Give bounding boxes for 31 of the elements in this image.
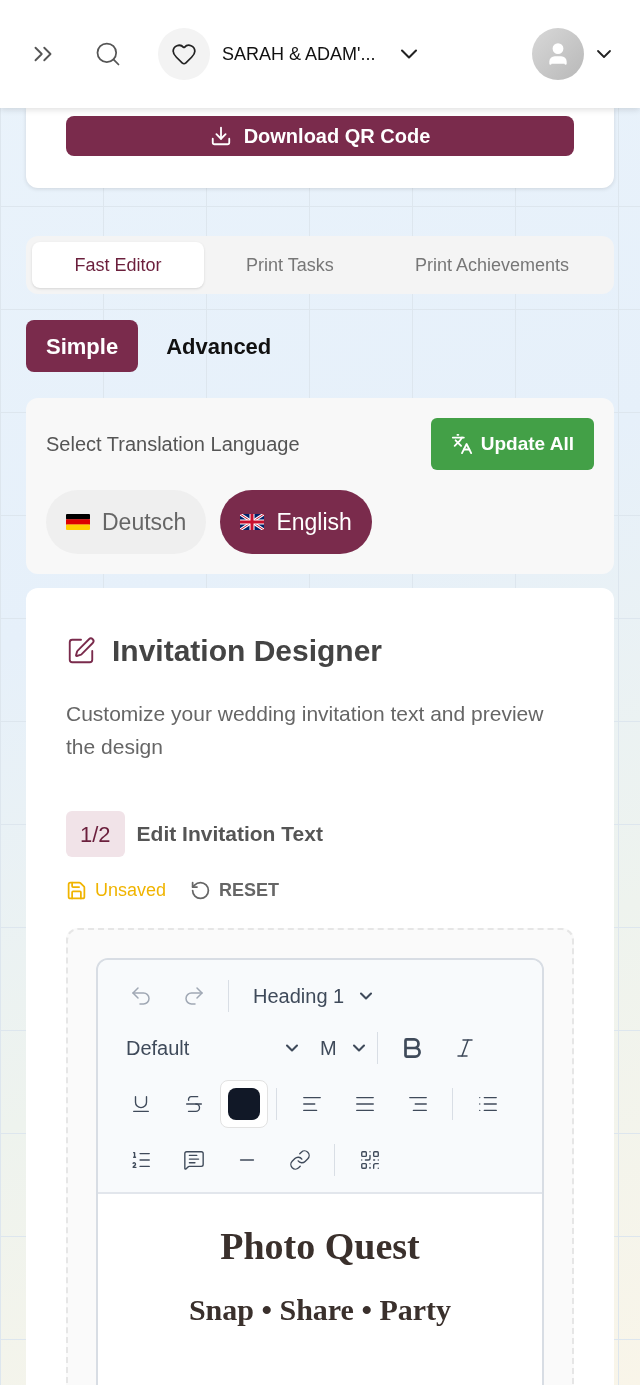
block-style-dropdown[interactable]: Heading 1 bbox=[253, 981, 377, 1011]
designer-title: Invitation Designer bbox=[112, 633, 383, 669]
edit-icon bbox=[66, 635, 96, 666]
mode-toggle[interactable]: Simple bbox=[26, 320, 139, 372]
translate-icon bbox=[450, 433, 473, 455]
language-chip[interactable]: English bbox=[220, 490, 372, 554]
text-color-picker[interactable] bbox=[220, 1080, 268, 1128]
reset-button[interactable]: RESET bbox=[190, 877, 280, 904]
germany-flag-icon bbox=[66, 514, 90, 530]
tab[interactable]: Print Achievements bbox=[375, 242, 608, 288]
font-dropdown[interactable]: Default bbox=[114, 1033, 302, 1063]
tab[interactable]: Fast Editor bbox=[32, 242, 204, 288]
mode-toggle[interactable]: Advanced bbox=[146, 320, 292, 372]
event-selector[interactable]: SARAH & ADAM'... bbox=[158, 28, 424, 80]
uk-flag-icon bbox=[240, 514, 265, 530]
translation-title: Select Translation Language bbox=[46, 432, 300, 457]
preview-subtitle: Snap • Share • Party bbox=[188, 1292, 452, 1328]
language-chip[interactable]: Deutsch bbox=[46, 490, 207, 554]
download-qr-button[interactable]: Download QR Code bbox=[66, 116, 574, 156]
save-icon bbox=[66, 880, 87, 901]
preview-title: Photo Quest bbox=[220, 1224, 420, 1269]
designer-description: Customize your wedding invitation text and preview the design bbox=[66, 701, 545, 760]
step-title: Edit Invitation Text bbox=[136, 821, 323, 848]
avatar-icon bbox=[532, 28, 584, 80]
download-icon bbox=[209, 125, 232, 147]
tab[interactable]: Print Tasks bbox=[203, 242, 376, 288]
step-badge: 1/2 bbox=[66, 811, 125, 857]
unsaved-status: Unsaved bbox=[66, 877, 167, 904]
search-icon[interactable] bbox=[94, 40, 122, 68]
size-dropdown[interactable]: M bbox=[320, 1033, 369, 1063]
reset-icon bbox=[190, 880, 212, 901]
